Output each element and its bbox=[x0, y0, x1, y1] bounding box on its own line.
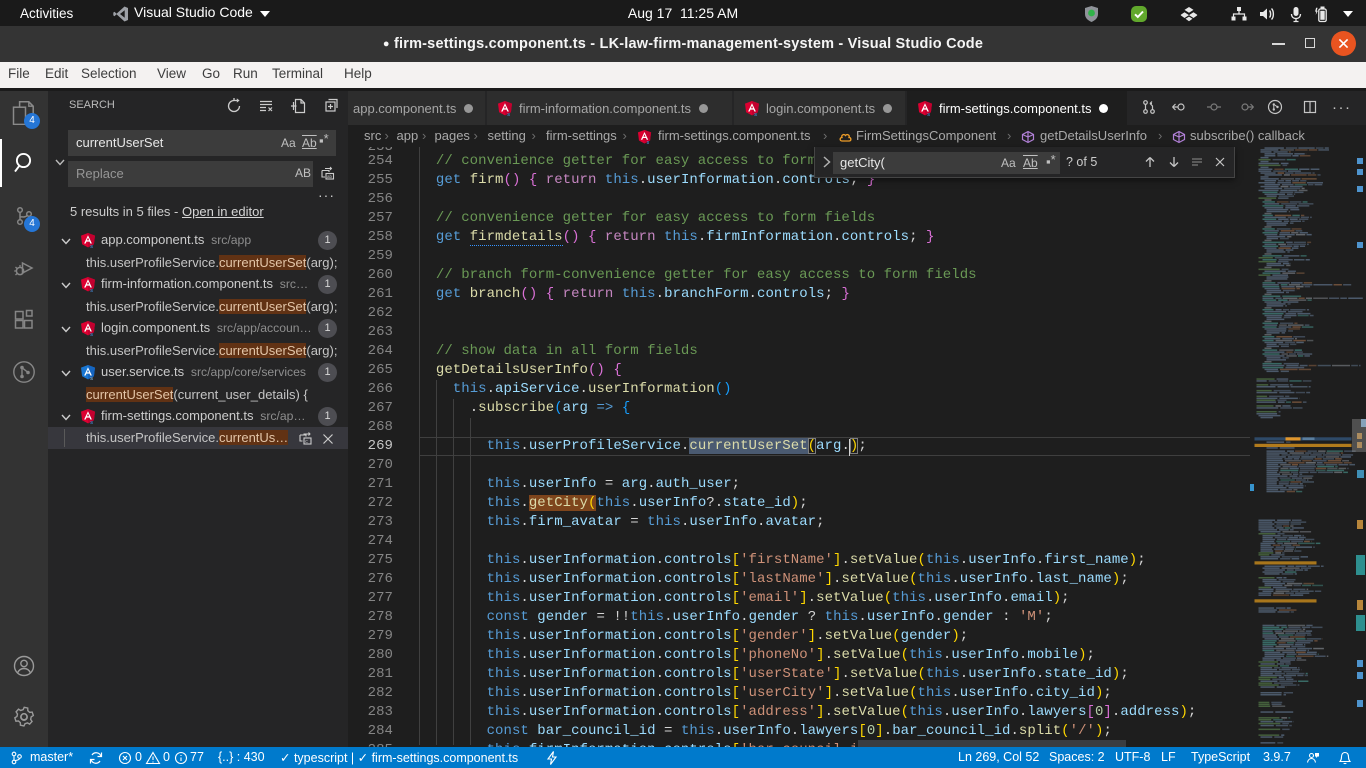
svg-text:s: s bbox=[647, 140, 650, 144]
